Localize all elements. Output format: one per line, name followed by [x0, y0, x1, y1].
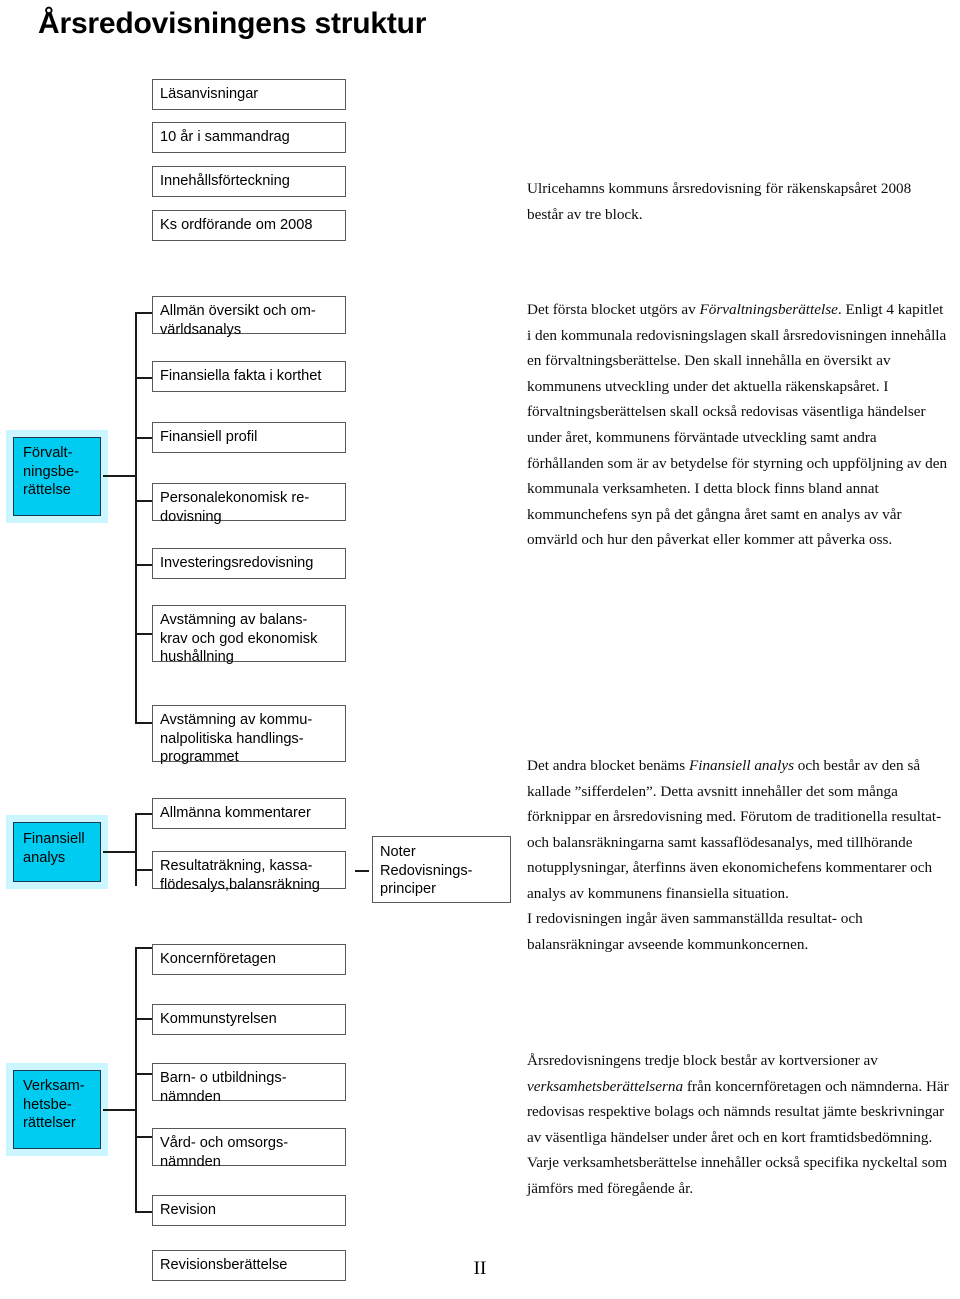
- diagram-node-allmanna-kommentarer: Allmänna kommentarer: [152, 798, 346, 829]
- diagram-node-allman-oversikt: Allmän översikt och om- världsanalys: [152, 296, 346, 338]
- diagram-node-resultatrakning: Resultaträkning, kassa- flödesalys,balan…: [152, 851, 346, 893]
- diagram-block-forvaltningsberattelse: Förvalt- ningsbe- rättelse: [13, 437, 101, 516]
- paragraph-block3-pre: Årsredovisningens tredje block består av…: [527, 1052, 878, 1069]
- connector-branch-6: [135, 633, 153, 635]
- connector-fa-branch-1: [135, 813, 153, 815]
- connector-noter-dash: [355, 870, 369, 872]
- page-title: Årsredovisningens struktur: [38, 7, 427, 40]
- diagram-node-barn-utbildningsnamnden: Barn- o utbildnings- nämnden: [152, 1063, 346, 1105]
- diagram-node-finansiell-profil: Finansiell profil: [152, 422, 346, 453]
- connector-branch-3: [135, 437, 153, 439]
- diagram-node-avstamning-balanskrav: Avstämning av balans- krav och god ekono…: [152, 605, 346, 665]
- paragraph-block3-emphasis: verksamhetsberättelserna: [527, 1077, 684, 1095]
- diagram-block-verksamhetsberattelser: Verksam- hetsbe- rättelser: [13, 1070, 101, 1149]
- connector-finansiell-stub: [103, 851, 137, 853]
- connector-verksam-stub: [103, 1109, 137, 1111]
- diagram-node-10-ar-i-sammandrag: 10 år i sammandrag: [152, 122, 346, 153]
- paragraph-block2-post: och består av den så kallade ”sifferdele…: [527, 757, 942, 902]
- paragraph-block2-pre: Det andra blocket benäms: [527, 757, 689, 774]
- connector-branch-7: [135, 722, 153, 724]
- diagram-node-noter-redovisningsprinciper: Noter Redovisnings- principer: [372, 836, 511, 903]
- paragraph-block2: Det andra blocket benäms Finansiell anal…: [527, 753, 951, 907]
- diagram-node-ks-ordforande: Ks ordförande om 2008: [152, 210, 346, 241]
- connector-branch-2: [135, 377, 153, 379]
- diagram-node-revision: Revision: [152, 1195, 346, 1226]
- diagram-node-revisionsberattelse: Revisionsberättelse: [152, 1250, 346, 1281]
- connector-branch-4: [135, 500, 153, 502]
- connector-vb-branch-2: [135, 1073, 153, 1075]
- connector-verksam-trunk: [135, 990, 137, 1212]
- connector-koncern-h: [135, 947, 153, 949]
- connector-vb-branch-4: [135, 1211, 153, 1213]
- paragraph-intro: Ulricehamns kommuns årsredovisning för r…: [527, 180, 912, 223]
- page-number: II: [473, 1258, 487, 1279]
- connector-fa-branch-2: [135, 869, 153, 871]
- diagram-node-personalekonomisk: Personalekonomisk re- dovisning: [152, 483, 346, 525]
- diagram-node-innehallsforteckning: Innehållsförteckning: [152, 166, 346, 197]
- diagram-node-avstamning-kommunalpolitiska: Avstämning av kommu- nalpolitiska handli…: [152, 705, 346, 765]
- connector-branch-5: [135, 564, 153, 566]
- paragraph-block1: Det första blocket utgörs av Förvaltning…: [527, 297, 949, 553]
- paragraph-block3-post: från koncernföretagen och nämnderna. Här…: [527, 1077, 949, 1197]
- connector-forvaltning-stub: [103, 475, 137, 477]
- diagram-block-finansiell-analys: Finansiell analys: [13, 822, 101, 882]
- connector-vb-branch-3: [135, 1136, 153, 1138]
- diagram-node-finansiella-fakta: Finansiella fakta i korthet: [152, 361, 346, 392]
- diagram-node-vard-omsorgsnamnden: Vård- och omsorgs- nämnden: [152, 1128, 346, 1170]
- diagram-node-lasanvisningar: Läsanvisningar: [152, 79, 346, 110]
- connector-vb-branch-1: [135, 1018, 153, 1020]
- diagram-node-koncernforetagen: Koncernföretagen: [152, 944, 346, 975]
- diagram-node-investeringsredovisning: Investeringsredovisning: [152, 548, 346, 579]
- paragraph-block3: Årsredovisningens tredje block består av…: [527, 1048, 951, 1202]
- connector-finansiell-trunk: [135, 813, 137, 886]
- connector-forvaltning-trunk: [135, 312, 137, 723]
- connector-branch-1: [135, 312, 153, 314]
- document-page: Årsredovisningens struktur Läsanvisninga…: [0, 0, 960, 1299]
- paragraph-block1-post: . Enligt 4 kapitlet i den kommunala redo…: [527, 301, 948, 549]
- paragraph-block2-emphasis: Finansiell analys: [688, 757, 794, 774]
- paragraph-block2-extra: I redovisningen ingår även sammanställda…: [527, 910, 863, 953]
- paragraph-block1-pre: Det första blocket utgörs av: [527, 301, 700, 318]
- diagram-node-kommunstyrelsen: Kommunstyrelsen: [152, 1004, 346, 1035]
- paragraph-block1-emphasis: Förvaltningsberättelse: [699, 301, 838, 318]
